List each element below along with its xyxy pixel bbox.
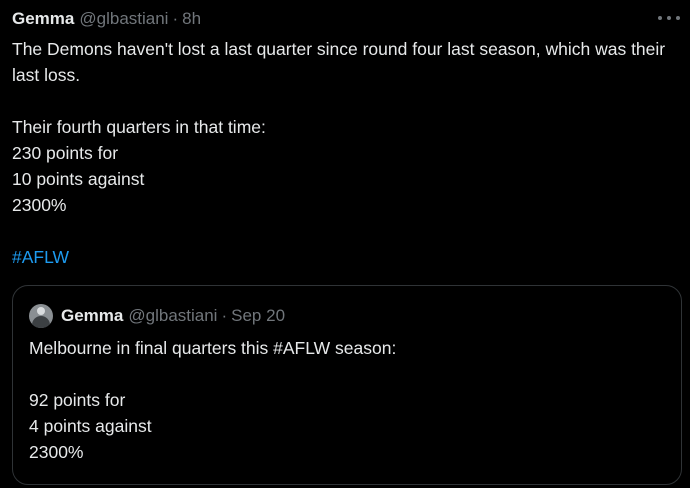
quoted-tweet-header: Gemma @glbastiani · Sep 20 [29, 304, 285, 328]
tweet-line: Their fourth quarters in that time: [12, 117, 266, 137]
more-options-icon[interactable] [658, 8, 680, 28]
quoted-author-name[interactable]: Gemma [61, 306, 123, 326]
hashtag-link[interactable]: #AFLW [12, 247, 69, 267]
quoted-line: 2300% [29, 442, 84, 462]
line-break [12, 88, 677, 114]
quoted-tweet-date[interactable]: Sep 20 [231, 306, 285, 326]
author-name[interactable]: Gemma [12, 9, 74, 29]
more-dot [658, 16, 662, 20]
author-handle[interactable]: @glbastiani [79, 9, 168, 29]
line-break [12, 218, 677, 244]
separator-dot: · [172, 9, 179, 28]
tweet[interactable]: Gemma @glbastiani · 8h The Demons haven'… [0, 0, 690, 488]
avatar-shoulders [32, 316, 50, 328]
quoted-tweet-text: Melbourne in final quarters this #AFLW s… [29, 335, 659, 465]
quoted-author-handle[interactable]: @glbastiani [128, 306, 217, 326]
quoted-line: 4 points against [29, 416, 152, 436]
tweet-timestamp[interactable]: 8h [182, 9, 201, 29]
tweet-line: The Demons haven't lost a last quarter s… [12, 39, 666, 85]
avatar-head [37, 307, 45, 315]
tweet-text: The Demons haven't lost a last quarter s… [12, 36, 677, 270]
line-break [29, 361, 659, 387]
avatar-icon[interactable] [29, 304, 53, 328]
more-dot [676, 16, 680, 20]
separator-dot: · [221, 306, 228, 325]
tweet-line: 2300% [12, 195, 67, 215]
quoted-line: 92 points for [29, 390, 126, 410]
quoted-line: Melbourne in final quarters this #AFLW s… [29, 338, 397, 358]
tweet-line: 10 points against [12, 169, 145, 189]
more-dot [667, 16, 671, 20]
tweet-header: Gemma @glbastiani · 8h [12, 8, 650, 30]
tweet-line: 230 points for [12, 143, 119, 163]
quoted-tweet[interactable]: Gemma @glbastiani · Sep 20 Melbourne in … [12, 285, 682, 485]
